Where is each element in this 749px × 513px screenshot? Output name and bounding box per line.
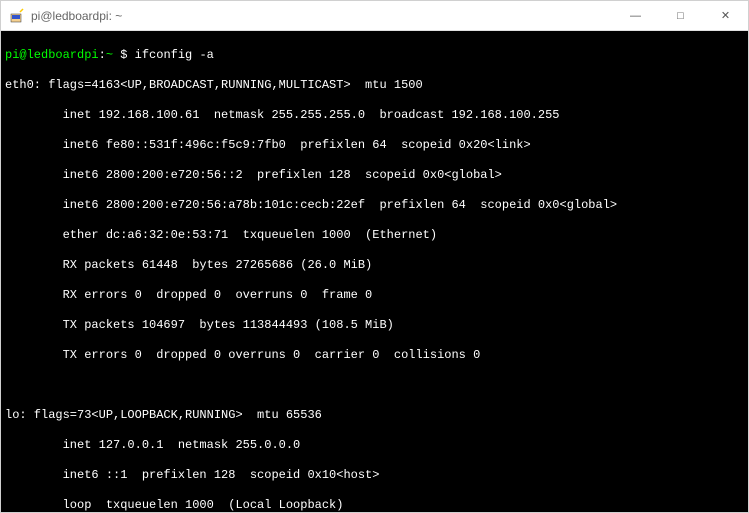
output-line: RX errors 0 dropped 0 overruns 0 frame 0 [5,288,744,303]
maximize-button[interactable]: □ [658,1,703,30]
output-line: TX errors 0 dropped 0 overruns 0 carrier… [5,348,744,363]
putty-window: pi@ledboardpi: ~ — □ ✕ pi@ledboardpi:~ $… [0,0,749,513]
output-line: RX packets 61448 bytes 27265686 (26.0 Mi… [5,258,744,273]
terminal-pane[interactable]: pi@ledboardpi:~ $ ifconfig -a eth0: flag… [1,31,748,512]
prompt-userhost: pi@ledboardpi [5,48,99,62]
output-line: loop txqueuelen 1000 (Local Loopback) [5,498,744,512]
command-text: ifconfig -a [135,48,214,62]
output-line: eth0: flags=4163<UP,BROADCAST,RUNNING,MU… [5,78,744,93]
prompt-marker: $ [113,48,135,62]
window-title: pi@ledboardpi: ~ [31,9,613,23]
prompt-sep: : [99,48,106,62]
putty-icon [9,8,25,24]
output-line: inet6 fe80::531f:496c:f5c9:7fb0 prefixle… [5,138,744,153]
close-button[interactable]: ✕ [703,1,748,30]
blank-line [5,378,744,393]
prompt-line: pi@ledboardpi:~ $ ifconfig -a [5,48,744,63]
output-line: ether dc:a6:32:0e:53:71 txqueuelen 1000 … [5,228,744,243]
output-line: inet6 ::1 prefixlen 128 scopeid 0x10<hos… [5,468,744,483]
output-line: inet6 2800:200:e720:56::2 prefixlen 128 … [5,168,744,183]
output-line: TX packets 104697 bytes 113844493 (108.5… [5,318,744,333]
minimize-button[interactable]: — [613,1,658,30]
titlebar[interactable]: pi@ledboardpi: ~ — □ ✕ [1,1,748,31]
prompt-path: ~ [106,48,113,62]
output-line: inet 192.168.100.61 netmask 255.255.255.… [5,108,744,123]
output-line: lo: flags=73<UP,LOOPBACK,RUNNING> mtu 65… [5,408,744,423]
window-controls: — □ ✕ [613,1,748,30]
output-line: inet6 2800:200:e720:56:a78b:101c:cecb:22… [5,198,744,213]
output-line: inet 127.0.0.1 netmask 255.0.0.0 [5,438,744,453]
